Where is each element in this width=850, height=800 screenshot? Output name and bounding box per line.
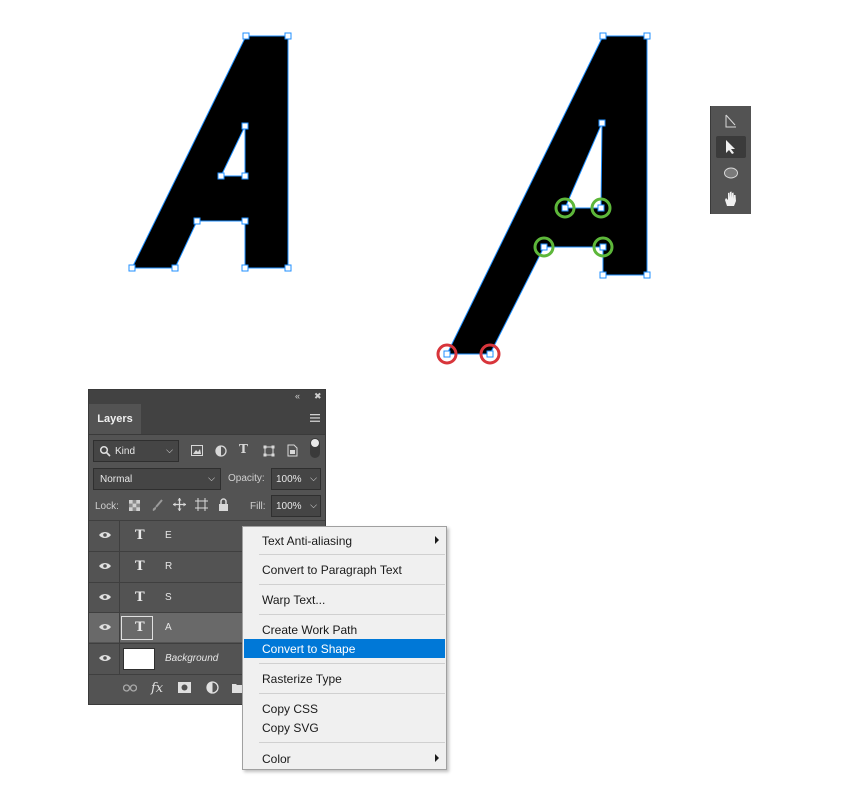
opacity-field[interactable]: 100% ⌵ xyxy=(271,468,321,490)
menu-item-text-anti-aliasing[interactable]: Text Anti-aliasing xyxy=(244,531,445,550)
type-layer-icon: T xyxy=(135,620,145,635)
letter-a-modified xyxy=(436,32,651,365)
menu-item-create-work-path[interactable]: Create Work Path xyxy=(244,620,445,639)
fill-label: Fill: xyxy=(250,501,266,512)
filter-toggle[interactable] xyxy=(310,438,320,458)
menu-item-convert-to-paragraph-text[interactable]: Convert to Paragraph Text xyxy=(244,560,445,579)
layer-thumbnail xyxy=(123,648,155,670)
shape-layer-filter-icon[interactable] xyxy=(263,445,275,457)
blend-mode-value: Normal xyxy=(100,473,133,485)
menu-item-label: Copy CSS xyxy=(262,701,319,716)
menu-item-warp-text[interactable]: Warp Text... xyxy=(244,590,445,609)
menu-separator xyxy=(259,614,445,615)
menu-item-copy-css[interactable]: Copy CSS xyxy=(244,699,445,718)
fill-value: 100% xyxy=(276,500,302,512)
smart-object-filter-icon[interactable] xyxy=(287,444,298,457)
menu-item-rasterize-type[interactable]: Rasterize Type xyxy=(244,669,445,688)
context-menu: Text Anti-aliasing Convert to Paragraph … xyxy=(242,526,447,770)
filter-kind-label: Kind xyxy=(115,445,136,457)
link-layers-icon[interactable] xyxy=(123,684,137,692)
lock-all-icon[interactable] xyxy=(218,498,229,511)
type-layer-icon: T xyxy=(135,559,145,574)
menu-separator xyxy=(259,742,445,743)
layer-name: S xyxy=(165,592,172,603)
menu-item-label: Text Anti-aliasing xyxy=(262,533,353,548)
pixel-layer-filter-icon[interactable] xyxy=(191,445,203,456)
close-panel-icon[interactable]: ✖ xyxy=(314,391,322,402)
lock-pixels-brush-icon[interactable] xyxy=(151,499,163,512)
menu-item-label: Convert to Shape xyxy=(262,641,356,656)
panel-menu-icon[interactable] xyxy=(310,413,320,423)
lock-label: Lock: xyxy=(95,501,119,512)
menu-item-label: Warp Text... xyxy=(262,592,326,607)
visibility-eye-icon[interactable] xyxy=(99,623,111,631)
submenu-arrow-icon xyxy=(435,536,439,544)
menu-item-label: Convert to Paragraph Text xyxy=(262,562,402,577)
visibility-eye-icon[interactable] xyxy=(99,562,111,570)
menu-item-color[interactable]: Color xyxy=(244,749,445,768)
visibility-eye-icon[interactable] xyxy=(99,593,111,601)
menu-item-label: Color xyxy=(262,751,291,766)
visibility-eye-icon[interactable] xyxy=(99,654,111,662)
lock-position-move-icon[interactable] xyxy=(173,498,186,511)
layer-name: R xyxy=(165,561,173,572)
visibility-eye-icon[interactable] xyxy=(99,531,111,539)
panel-header-bar: « ✖ xyxy=(89,390,325,404)
menu-separator xyxy=(259,584,445,585)
ellipse-tool-icon[interactable] xyxy=(716,162,746,184)
menu-separator xyxy=(259,663,445,664)
type-layer-icon: T xyxy=(135,590,145,605)
new-adjustment-layer-icon[interactable] xyxy=(206,681,219,694)
chevron-down-icon: ⌵ xyxy=(208,473,215,483)
chevron-down-icon: ⌵ xyxy=(310,500,317,510)
menu-separator xyxy=(259,693,445,694)
opacity-label: Opacity: xyxy=(228,473,265,484)
direct-selection-icon[interactable] xyxy=(716,136,746,158)
submenu-arrow-icon xyxy=(435,754,439,762)
menu-item-label: Rasterize Type xyxy=(262,671,342,686)
tab-layers[interactable]: Layers xyxy=(89,404,141,434)
letter-a-original xyxy=(128,32,292,272)
filter-kind-select[interactable]: Kind ⌵ xyxy=(93,440,179,462)
lock-transparency-icon[interactable] xyxy=(129,500,140,511)
path-selection-icon[interactable] xyxy=(716,110,746,132)
menu-item-label: Copy SVG xyxy=(262,720,319,735)
layer-name: E xyxy=(165,530,172,541)
collapse-icon[interactable]: « xyxy=(295,391,300,401)
fx-icon[interactable]: fx xyxy=(151,681,163,696)
panel-tab-row: Layers xyxy=(89,404,325,435)
menu-item-label: Create Work Path xyxy=(262,622,358,637)
type-layer-filter-icon[interactable]: T xyxy=(239,442,248,456)
menu-separator xyxy=(259,554,445,555)
search-icon xyxy=(99,445,111,457)
opacity-value: 100% xyxy=(276,473,302,485)
menu-item-copy-svg[interactable]: Copy SVG xyxy=(244,718,445,737)
adjustment-layer-filter-icon[interactable] xyxy=(215,445,227,457)
lock-artboard-icon[interactable] xyxy=(195,498,208,511)
fill-field[interactable]: 100% ⌵ xyxy=(271,495,321,517)
add-mask-icon[interactable] xyxy=(178,682,191,693)
layer-name: A xyxy=(165,622,172,633)
tool-strip xyxy=(710,106,751,214)
blend-mode-select[interactable]: Normal ⌵ xyxy=(93,468,221,490)
layer-name: Background xyxy=(165,653,219,664)
chevron-down-icon: ⌵ xyxy=(310,473,317,483)
chevron-down-icon: ⌵ xyxy=(166,445,173,455)
type-layer-icon: T xyxy=(135,528,145,543)
menu-item-convert-to-shape[interactable]: Convert to Shape xyxy=(244,639,445,658)
hand-tool-icon[interactable] xyxy=(716,188,746,210)
